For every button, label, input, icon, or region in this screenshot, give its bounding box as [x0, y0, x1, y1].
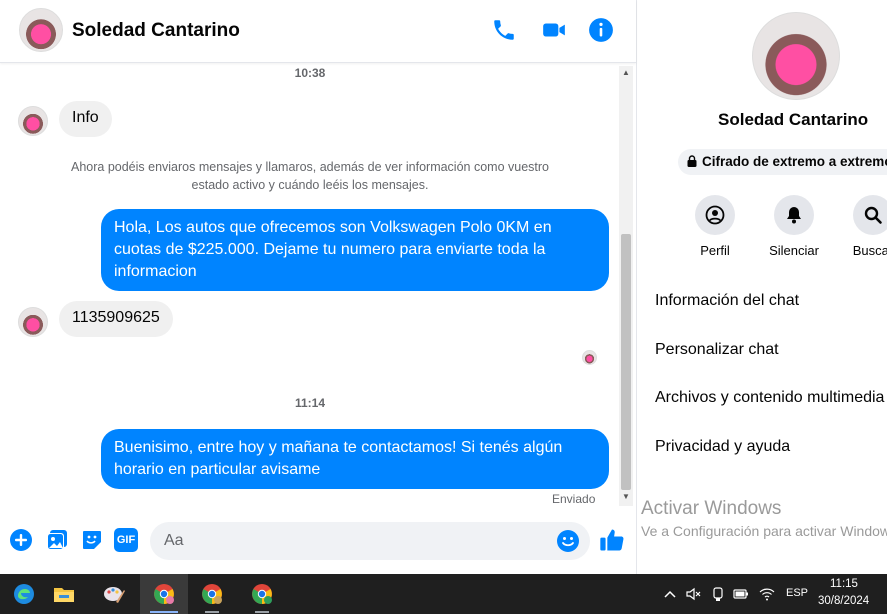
chrome-icon: [202, 584, 222, 604]
scroll-down-arrow-icon[interactable]: ▼: [619, 492, 633, 504]
message-input[interactable]: [150, 522, 590, 560]
message-list[interactable]: 10:38 Info Ahora podéis enviaros mensaje…: [0, 63, 620, 509]
profile-button[interactable]: Perfil: [675, 195, 755, 258]
profile-button-circle[interactable]: [695, 195, 735, 235]
input-language[interactable]: ESP: [786, 587, 808, 599]
conversation-info-panel: Soledad Cantarino Cifrado de extremo a e…: [637, 0, 887, 574]
battery-icon[interactable]: [733, 586, 749, 602]
mute-button-circle[interactable]: [774, 195, 814, 235]
windows-taskbar: ESP 11:15 30/8/2024: [0, 574, 887, 614]
message-scrollbar[interactable]: ▲ ▼: [619, 66, 633, 506]
emoji-icon[interactable]: [556, 529, 580, 553]
encryption-label: Cifrado de extremo a extremo: [702, 154, 887, 169]
active-app-indicator: [150, 611, 178, 613]
info-icon[interactable]: [588, 17, 614, 43]
panel-contact-avatar[interactable]: [752, 12, 840, 100]
sender-avatar[interactable]: [18, 106, 48, 136]
incoming-message[interactable]: 1135909625: [59, 301, 173, 337]
encryption-badge[interactable]: Cifrado de extremo a extremo: [678, 149, 887, 175]
scroll-thumb[interactable]: [621, 234, 631, 490]
contact-avatar[interactable]: [19, 8, 63, 52]
message-composer: GIF: [0, 512, 636, 574]
volume-muted-icon[interactable]: [685, 586, 701, 602]
read-receipt-avatar: [582, 350, 597, 365]
chat-column: Soledad Cantarino 10:38 Info Ahora podéi…: [0, 0, 637, 574]
menu-customize-chat[interactable]: Personalizar chat: [655, 341, 779, 359]
taskbar-file-explorer[interactable]: [40, 574, 88, 614]
chrome-icon: [252, 584, 272, 604]
image-icon[interactable]: [45, 528, 69, 552]
wifi-icon[interactable]: [759, 586, 775, 602]
sender-avatar[interactable]: [18, 307, 48, 337]
incoming-message[interactable]: Info: [59, 101, 112, 137]
sticker-icon[interactable]: [80, 528, 104, 552]
profile-label: Perfil: [700, 243, 730, 258]
gif-icon[interactable]: GIF: [114, 528, 138, 552]
phone-icon[interactable]: [491, 17, 517, 43]
outgoing-message[interactable]: Buenisimo, entre hoy y mañana te contact…: [101, 429, 609, 489]
running-app-indicator: [205, 611, 219, 613]
mute-label: Silenciar: [769, 243, 819, 258]
menu-chat-info[interactable]: Información del chat: [655, 292, 799, 310]
chat-header: Soledad Cantarino: [0, 0, 636, 63]
delivery-status: Enviado: [552, 492, 596, 506]
usb-device-icon[interactable]: [710, 586, 726, 602]
folder-icon: [54, 588, 74, 602]
plus-icon[interactable]: [9, 528, 33, 552]
timestamp: 11:14: [294, 396, 326, 410]
video-call-icon[interactable]: [541, 17, 567, 43]
taskbar-chrome-profile-2[interactable]: [188, 574, 236, 614]
scroll-up-arrow-icon[interactable]: ▲: [619, 68, 633, 80]
lock-icon: [687, 155, 697, 167]
chrome-icon: [154, 584, 174, 604]
gif-label: GIF: [116, 534, 136, 546]
paint-palette-icon: [104, 587, 125, 603]
edge-icon: [14, 584, 34, 604]
activation-watermark-subtitle: Ve a Configuración para activar Windows.: [641, 523, 887, 539]
profile-icon: [705, 205, 725, 225]
menu-files-media[interactable]: Archivos y contenido multimedia: [655, 389, 884, 407]
clock-time[interactable]: 11:15: [830, 578, 858, 590]
panel-contact-name: Soledad Cantarino: [718, 110, 869, 129]
thumbs-up-icon[interactable]: [598, 526, 626, 554]
bell-icon: [787, 207, 801, 224]
contact-name[interactable]: Soledad Cantarino: [72, 20, 240, 42]
search-button[interactable]: Buscar: [833, 195, 887, 258]
running-app-indicator: [255, 611, 269, 613]
messenger-window: Soledad Cantarino 10:38 Info Ahora podéi…: [0, 0, 887, 614]
menu-privacy-help[interactable]: Privacidad y ayuda: [655, 438, 790, 456]
taskbar-paint[interactable]: [90, 574, 138, 614]
taskbar-chrome-profile-3[interactable]: [238, 574, 286, 614]
taskbar-chrome-profile-1[interactable]: [140, 574, 188, 614]
timestamp: 10:38: [294, 66, 326, 80]
search-label: Buscar: [852, 243, 887, 258]
mute-button[interactable]: Silenciar: [754, 195, 834, 258]
outgoing-message[interactable]: Hola, Los autos que ofrecemos son Volksw…: [101, 209, 609, 291]
search-button-circle[interactable]: [853, 195, 887, 235]
activation-watermark-title: Activar Windows: [641, 498, 782, 519]
chevron-up-icon[interactable]: [662, 586, 678, 602]
clock-date[interactable]: 30/8/2024: [818, 595, 869, 607]
search-icon: [864, 206, 882, 224]
system-notice: Ahora podéis enviaros mensajes y llamaro…: [70, 160, 549, 192]
